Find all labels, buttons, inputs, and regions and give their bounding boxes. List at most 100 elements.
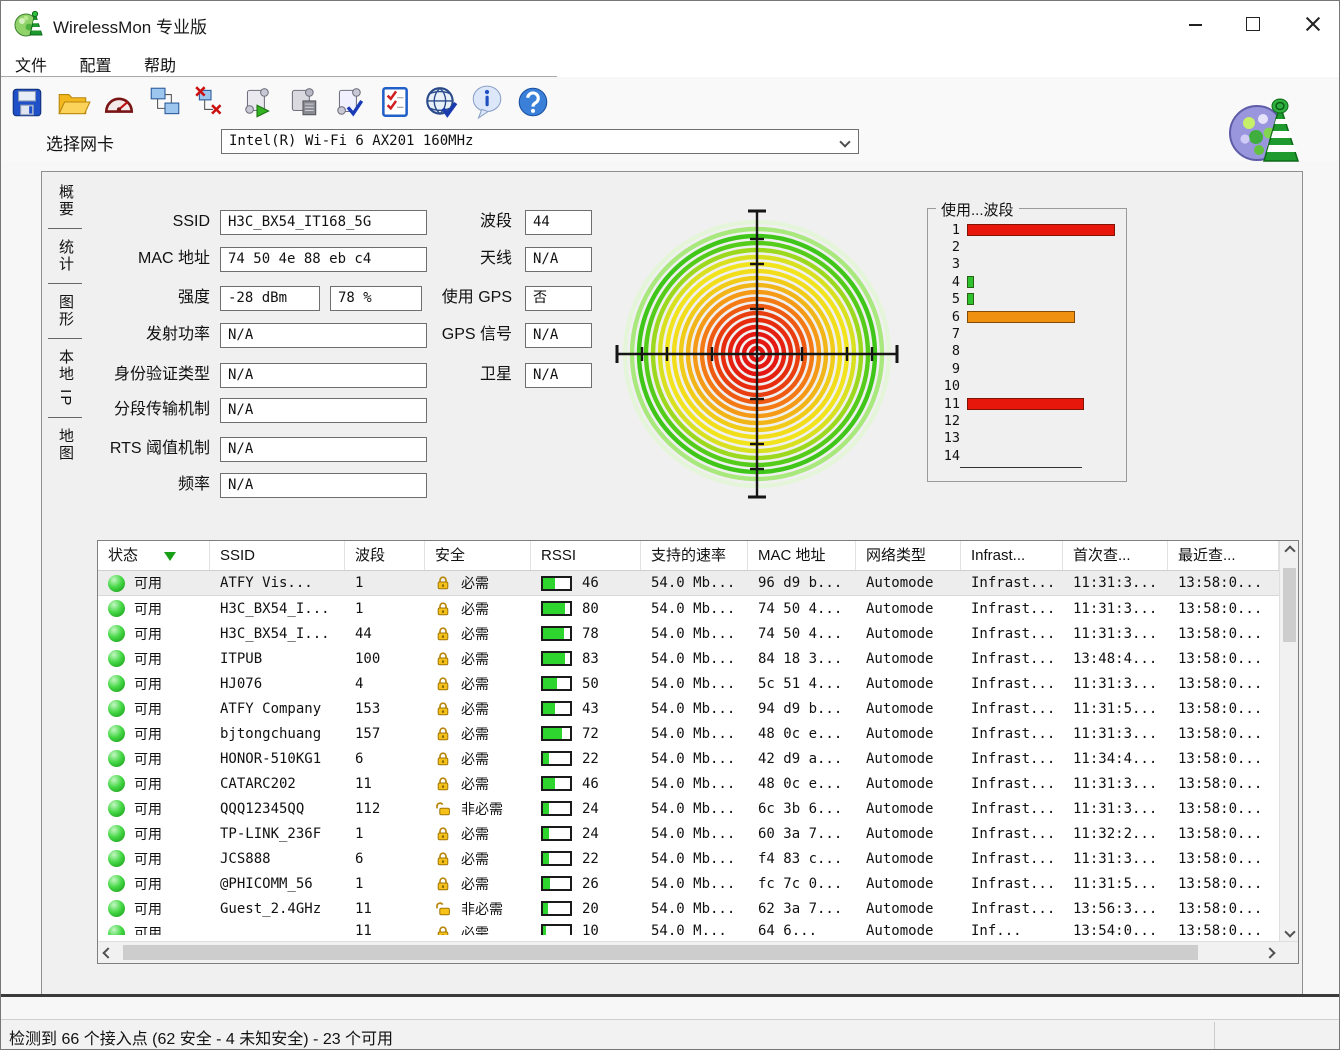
scroll-up-button[interactable] <box>1280 541 1298 560</box>
lock-icon <box>437 601 449 615</box>
channel-bar <box>967 275 974 288</box>
cell-status: 可用 <box>98 923 210 935</box>
cell-mac: 48 0c e... <box>758 725 843 742</box>
cell-infra: Infrast... <box>971 850 1056 867</box>
column-header-band[interactable]: 波段 <box>345 541 425 570</box>
channel-row: 2 <box>934 238 1120 255</box>
cell-infra: Infrast... <box>971 875 1056 892</box>
menu-help[interactable]: 帮助 <box>130 47 190 81</box>
table-row[interactable]: 可用 TP-LINK_236F 1 必需 24 54.0 Mb... 60 3a 7... A… <box>98 821 1279 846</box>
help-icon[interactable] <box>515 84 551 120</box>
cell-band: 4 <box>355 675 364 692</box>
table-header: 状态 SSID 波段 安全 RSSI 支持的速率 MAC 地址 网络类型 Infrast... 首… <box>98 541 1279 571</box>
cell-infra: Inf... <box>971 923 1022 935</box>
scroll-right-button[interactable] <box>1260 943 1279 962</box>
table-row[interactable]: 可用 ATFY Company 153 必需 43 54.0 Mb... 94 d9 b..… <box>98 696 1279 721</box>
close-button[interactable] <box>1279 1 1331 47</box>
rssi-bar <box>541 651 572 666</box>
checklist-icon[interactable] <box>377 84 413 120</box>
maximize-button[interactable] <box>1227 1 1279 47</box>
cell-net: Automode <box>866 750 934 767</box>
table-row[interactable]: 可用 HONOR-510KG1 6 必需 22 54.0 Mb... 42 d9 a... A… <box>98 746 1279 771</box>
table-row[interactable]: 可用 @PHICOMM_56 1 必需 26 54.0 Mb... fc 7c 0... Au… <box>98 871 1279 896</box>
column-header-infra[interactable]: Infrast... <box>961 541 1063 570</box>
web-check-icon[interactable] <box>423 84 459 120</box>
cell-rssi: 20 <box>531 901 641 917</box>
minimize-button[interactable] <box>1169 1 1221 47</box>
cell-security: 必需 <box>425 724 531 744</box>
rssi-bar-fill <box>543 653 566 664</box>
cell-ssid: ITPUB <box>220 650 263 667</box>
network-icon[interactable] <box>147 84 183 120</box>
channel-label: 5 <box>951 291 960 308</box>
column-header-status[interactable]: 状态 <box>98 541 210 570</box>
menu-config[interactable]: 配置 <box>65 47 125 81</box>
table-row[interactable]: 可用 Guest_2.4GHz 11 非必需 20 54.0 Mb... 62 3a 7..… <box>98 896 1279 921</box>
table-row[interactable]: 可用 JCS888 6 必需 22 54.0 Mb... f4 83 c... Automod… <box>98 846 1279 871</box>
menu-file[interactable]: 文件 <box>1 47 61 81</box>
cell-status: 可用 <box>98 649 210 669</box>
unlock-icon <box>436 901 450 915</box>
table-row[interactable]: 可用 ITPUB 100 必需 83 54.0 Mb... 84 18 3... Automo… <box>98 646 1279 671</box>
cell-last: 13:58:0... <box>1178 875 1263 892</box>
cell-band: 11 <box>355 923 372 935</box>
cell-first: 11:31:3... <box>1073 625 1158 642</box>
table-row[interactable]: 可用 CATARC202 11 必需 46 54.0 Mb... 48 0c e... Aut… <box>98 771 1279 796</box>
column-header-rate[interactable]: 支持的速率 <box>641 541 748 570</box>
cell-rate: 54.0 Mb... <box>651 775 736 792</box>
main-panel: 概要 统计 图形 本地 IP 地图 SSID H3C_BX54_IT168_5G MAC 地… <box>41 171 1303 995</box>
table-row[interactable]: 可用 H3C_BX54_I... 1 必需 80 54.0 Mb... 74 50 4...… <box>98 596 1279 621</box>
field-label: MAC 地址 <box>137 250 210 267</box>
cell-last: 13:58:0... <box>1178 650 1263 667</box>
access-point-table: 状态 SSID 波段 安全 RSSI 支持的速率 MAC 地址 网络类型 Infrast... 首… <box>97 540 1299 964</box>
column-header-label: Infrast... <box>971 547 1026 564</box>
column-header-mac[interactable]: MAC 地址 <box>748 541 856 570</box>
table-row[interactable]: 可用 11 必需 10 54.0 M... 64 6... Automode Inf... 13… <box>98 921 1279 935</box>
table-row[interactable]: 可用 HJ076 4 必需 50 54.0 Mb... 5c 51 4... Automode… <box>98 671 1279 696</box>
table-row[interactable]: 可用 ATFY Vis... 1 必需 46 54.0 Mb... 96 d9 b... Au… <box>98 571 1279 596</box>
column-header-net[interactable]: 网络类型 <box>856 541 961 570</box>
gauge-icon[interactable] <box>101 84 137 120</box>
cell-infra: Infrast... <box>971 775 1056 792</box>
info-icon[interactable] <box>469 84 505 120</box>
cell-mac: 5c 51 4... <box>758 675 843 692</box>
open-icon[interactable] <box>55 84 91 120</box>
cell-mac: 60 3a 7... <box>758 825 843 842</box>
cell-first: 11:31:3... <box>1073 575 1158 591</box>
table-row[interactable]: 可用 QQQ12345QQ 112 非必需 24 54.0 Mb... 6c 3b 6...… <box>98 796 1279 821</box>
scroll-down-button[interactable] <box>1280 922 1298 941</box>
field-label: 天线 <box>479 250 512 267</box>
adapter-select[interactable]: Intel(R) Wi-Fi 6 AX201 160MHz <box>221 129 859 154</box>
table-row[interactable]: 可用 H3C_BX54_I... 44 必需 78 54.0 Mb... 74 50 4..… <box>98 621 1279 646</box>
cell-ssid: HONOR-510KG1 <box>220 750 322 767</box>
cell-band: 112 <box>355 800 381 817</box>
cell-ssid: ATFY Vis... <box>220 575 313 591</box>
status-available-icon <box>108 650 125 667</box>
vertical-scrollbar[interactable] <box>1279 541 1298 941</box>
horizontal-scrollbar[interactable] <box>98 941 1298 963</box>
lock-icon <box>437 826 449 840</box>
cell-ssid: HJ076 <box>220 675 263 692</box>
cell-status: 可用 <box>98 699 210 719</box>
check-log-icon[interactable] <box>331 84 367 120</box>
horizontal-scroll-thumb[interactable] <box>123 945 1198 960</box>
column-header-last[interactable]: 最近查... <box>1168 541 1279 570</box>
cell-rssi: 22 <box>531 751 641 767</box>
channel-bar <box>967 397 1084 410</box>
save-icon[interactable] <box>9 84 45 120</box>
channel-bar <box>967 223 1115 236</box>
cell-rate: 54.0 Mb... <box>651 825 736 842</box>
log-file-icon[interactable] <box>285 84 321 120</box>
cell-band: 44 <box>355 625 372 642</box>
column-header-rssi[interactable]: RSSI <box>531 541 641 570</box>
column-header-first[interactable]: 首次查... <box>1063 541 1168 570</box>
lock-icon <box>437 726 449 740</box>
start-log-icon[interactable] <box>239 84 275 120</box>
column-header-ssid[interactable]: SSID <box>210 541 345 570</box>
table-row[interactable]: 可用 bjtongchuang 157 必需 72 54.0 Mb... 48 0c e..… <box>98 721 1279 746</box>
vertical-scroll-thumb[interactable] <box>1283 568 1296 642</box>
disconnect-icon[interactable] <box>193 84 229 120</box>
column-header-security[interactable]: 安全 <box>425 541 531 570</box>
scroll-left-button[interactable] <box>98 943 117 962</box>
cell-first: 11:31:5... <box>1073 875 1158 892</box>
